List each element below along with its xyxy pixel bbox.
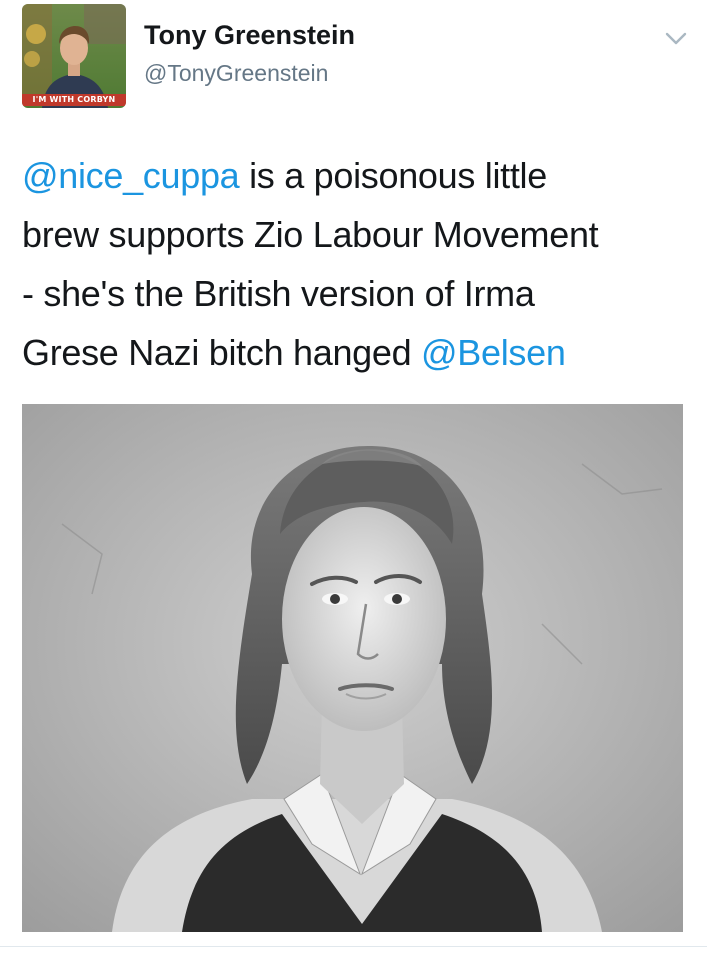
portrait-photo — [22, 404, 683, 932]
tweet-text-segment: Grese Nazi bitch hanged — [22, 332, 422, 373]
tweet-text-line: @nice_cuppa is a poisonous little — [22, 146, 692, 205]
chevron-down-icon — [665, 32, 687, 45]
tweet-card: I'M WITH CORBYN Tony Greenstein @TonyGre… — [0, 0, 707, 959]
tweet-text-line: - she's the British version of Irma — [22, 264, 692, 323]
tweet-text-segment: - she's the British version of Irma — [22, 273, 535, 314]
avatar-photo — [22, 4, 126, 108]
tweet-text-line: Grese Nazi bitch hanged @Belsen — [22, 323, 692, 382]
tweet-divider — [0, 946, 707, 947]
tweet-text: @nice_cuppa is a poisonous little brew su… — [22, 146, 692, 382]
tweet-text-segment: is a poisonous little — [239, 155, 547, 196]
mention-link[interactable]: @nice_cuppa — [22, 155, 240, 196]
tweet-text-line: brew supports Zio Labour Movement — [22, 205, 692, 264]
avatar-banner: I'M WITH CORBYN — [22, 94, 126, 106]
tweet-menu-button[interactable] — [660, 26, 692, 52]
author-name[interactable]: Tony Greenstein — [144, 20, 355, 51]
mention-link[interactable]: @Belsen — [421, 332, 566, 373]
tweet-text-segment: brew supports Zio Labour Movement — [22, 214, 599, 255]
author-avatar[interactable]: I'M WITH CORBYN — [22, 4, 126, 108]
author-handle[interactable]: @TonyGreenstein — [144, 60, 328, 87]
tweet-media-photo[interactable] — [22, 404, 683, 932]
